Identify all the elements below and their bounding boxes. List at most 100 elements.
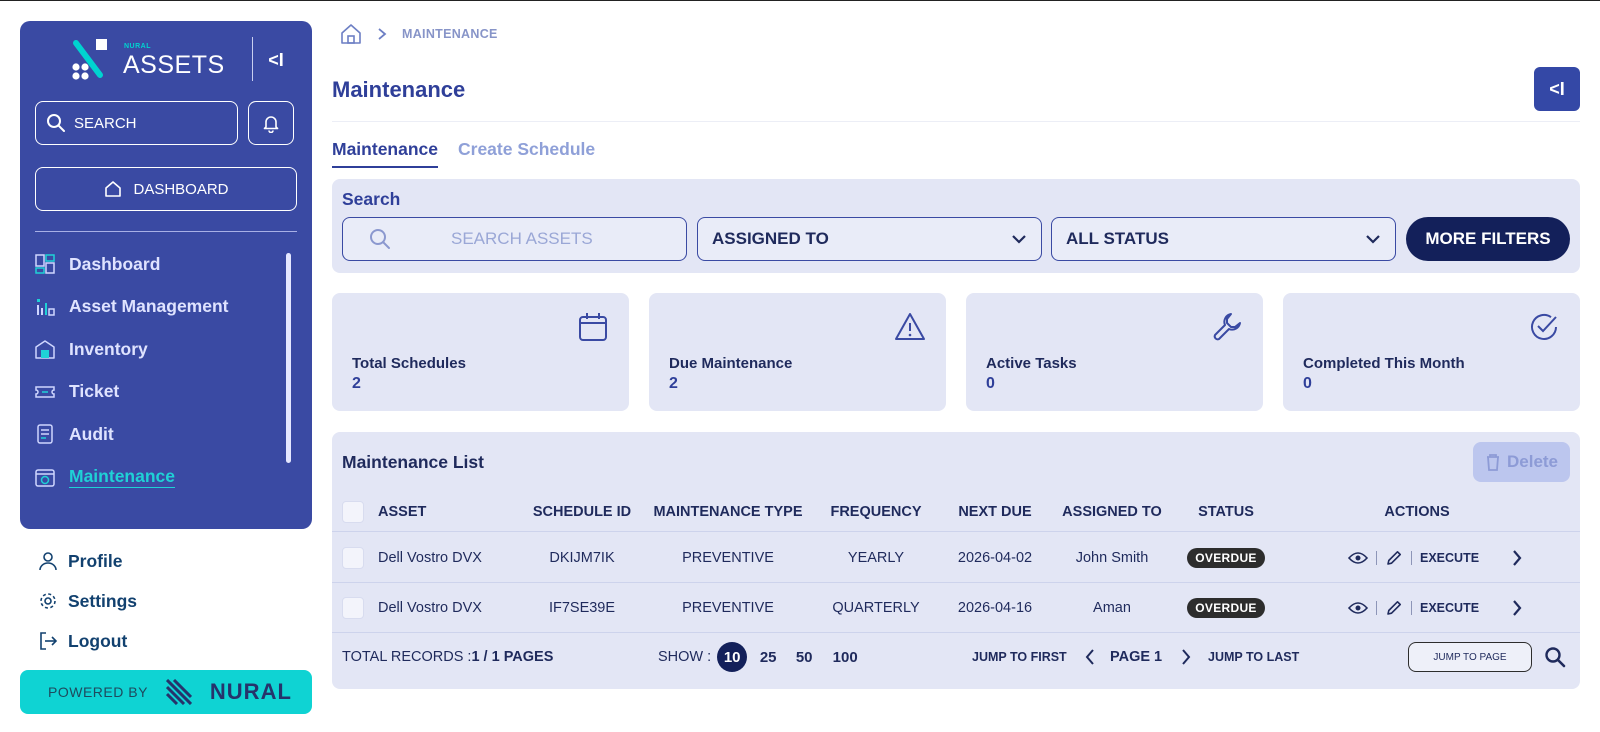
cell-actions: EXECUTE: [1348, 583, 1548, 633]
page-size-10[interactable]: 10: [717, 642, 748, 672]
pencil-icon[interactable]: [1385, 599, 1403, 617]
cell-frequency: YEARLY: [847, 550, 905, 566]
table-row[interactable]: Dell Vostro DVX DKIJM7IK PREVENTIVE YEAR…: [332, 533, 1580, 583]
total-records-label: TOTAL RECORDS :: [342, 649, 472, 665]
sidebar-collapse-button[interactable]: <I: [256, 45, 296, 75]
settings-label: Settings: [68, 590, 138, 611]
list-title: Maintenance List: [342, 452, 484, 472]
table-row[interactable]: Dell Vostro DVX IF7SE39E PREVENTIVE QUAR…: [332, 583, 1580, 633]
chevron-down-icon: [1366, 235, 1380, 244]
breadcrumb: MAINTENANCE: [340, 23, 498, 45]
total-records-value: 1 / 1 PAGES: [471, 649, 554, 665]
profile-link[interactable]: Profile: [38, 541, 137, 581]
sidebar-item-inventory[interactable]: Inventory: [20, 328, 312, 371]
page-title: Maintenance: [332, 77, 466, 102]
assigned-to-value: ASSIGNED TO: [712, 229, 829, 248]
chevron-left-icon: [1085, 649, 1094, 665]
status-badge: OVERDUE: [1187, 598, 1265, 618]
sidebar-item-asset-management[interactable]: Asset Management: [20, 286, 312, 329]
delete-button[interactable]: Delete: [1473, 442, 1570, 482]
dashboard-button[interactable]: DASHBOARD: [35, 167, 297, 211]
sidebar-item-audit[interactable]: Audit: [20, 413, 312, 456]
ticket-icon: [35, 386, 55, 398]
chevron-right-icon[interactable]: [1511, 599, 1523, 617]
home-icon[interactable]: [340, 23, 362, 45]
execute-button[interactable]: EXECUTE: [1420, 551, 1479, 565]
profile-label: Profile: [68, 550, 123, 571]
logout-label: Logout: [68, 630, 128, 651]
execute-button[interactable]: EXECUTE: [1420, 601, 1479, 615]
pencil-icon[interactable]: [1385, 549, 1403, 567]
chevron-down-icon: [1012, 235, 1026, 244]
more-filters-button[interactable]: MORE FILTERS: [1406, 217, 1570, 261]
assigned-to-select[interactable]: ASSIGNED TO: [697, 217, 1042, 261]
nural-logo-icon: [72, 39, 107, 80]
audit-icon: [37, 424, 53, 444]
cell-status: OVERDUE: [1178, 583, 1274, 633]
sidebar-item-label: Maintenance: [69, 466, 175, 487]
chevron-right-icon[interactable]: [1511, 549, 1523, 567]
sidebar-item-label: Dashboard: [69, 253, 161, 274]
stat-value: 0: [1303, 375, 1312, 392]
sidebar-item-ticket[interactable]: Ticket: [20, 371, 312, 414]
notifications-button[interactable]: [248, 101, 294, 145]
row-checkbox[interactable]: [342, 597, 364, 619]
eye-icon[interactable]: [1348, 551, 1368, 565]
settings-link[interactable]: Settings: [38, 581, 137, 621]
action-separator: [1376, 601, 1377, 615]
sidebar-divider: [35, 231, 297, 232]
logo-row: NURAL ASSETS <I: [20, 35, 312, 95]
select-all-checkbox[interactable]: [342, 501, 364, 523]
sidebar-search-placeholder: SEARCH: [74, 114, 137, 132]
stat-value: 2: [669, 375, 678, 392]
breadcrumb-current: MAINTENANCE: [402, 27, 498, 41]
tab-create-schedule[interactable]: Create Schedule: [458, 139, 595, 168]
tab-maintenance[interactable]: Maintenance: [332, 139, 438, 168]
jump-to-first-button[interactable]: JUMP TO FIRST: [972, 632, 1067, 682]
column-status: STATUS: [1198, 504, 1254, 520]
jump-to-last-button[interactable]: JUMP TO LAST: [1208, 632, 1299, 682]
search-assets-input[interactable]: SEARCH ASSETS: [342, 217, 687, 261]
sidebar-item-maintenance[interactable]: Maintenance: [20, 456, 312, 499]
column-frequency: FREQUENCY: [830, 504, 922, 520]
cell-maintenance-type: PREVENTIVE: [682, 550, 774, 566]
jump-search-button[interactable]: [1544, 632, 1566, 682]
next-page-button[interactable]: [1180, 632, 1192, 682]
maintenance-icon: [35, 469, 55, 487]
action-separator: [1376, 551, 1377, 565]
sidebar-item-dashboard[interactable]: Dashboard: [20, 243, 312, 286]
table-header: ASSET SCHEDULE ID MAINTENANCE TYPE FREQU…: [332, 492, 1580, 532]
show-label: SHOW :: [658, 649, 712, 665]
cell-schedule-id: DKIJM7IK: [549, 550, 615, 566]
logout-icon: [40, 632, 58, 650]
stat-label: Total Schedules: [352, 355, 466, 372]
tabs: Maintenance Create Schedule: [332, 139, 595, 168]
logout-link[interactable]: Logout: [38, 621, 137, 661]
eye-icon[interactable]: [1348, 601, 1368, 615]
page-size-100[interactable]: 100: [825, 642, 865, 672]
status-select[interactable]: ALL STATUS: [1051, 217, 1396, 261]
sidebar-scrollbar[interactable]: [286, 253, 291, 463]
search-assets-placeholder: SEARCH ASSETS: [451, 229, 593, 248]
calendar-icon: [579, 313, 607, 341]
panel-collapse-button[interactable]: <I: [1534, 67, 1580, 111]
cell-schedule-id: IF7SE39E: [548, 600, 616, 616]
cell-asset: Dell Vostro DVX: [378, 600, 482, 616]
powered-by-text: POWERED BY: [48, 684, 148, 700]
page-size-25[interactable]: 25: [753, 642, 783, 672]
stats-row: Total Schedules 2 Due Maintenance 2 Acti…: [332, 293, 1580, 411]
account-links: Profile Settings Logout: [38, 541, 137, 661]
sidebar-item-label: Ticket: [69, 381, 120, 402]
stat-card-completed-this-month: Completed This Month 0: [1283, 293, 1580, 411]
row-checkbox[interactable]: [342, 547, 364, 569]
jump-to-page-input[interactable]: JUMP TO PAGE: [1408, 642, 1532, 672]
stat-label: Completed This Month: [1303, 355, 1465, 372]
powered-by-brand: NURAL: [209, 679, 292, 704]
sidebar-search-input[interactable]: SEARCH: [35, 101, 238, 145]
cell-next-due: 2026-04-16: [957, 600, 1033, 616]
bell-icon: [263, 116, 279, 133]
prev-page-button[interactable]: [1084, 632, 1096, 682]
chevron-right-icon: [1182, 649, 1191, 665]
status-badge: OVERDUE: [1187, 548, 1265, 568]
page-size-50[interactable]: 50: [789, 642, 819, 672]
